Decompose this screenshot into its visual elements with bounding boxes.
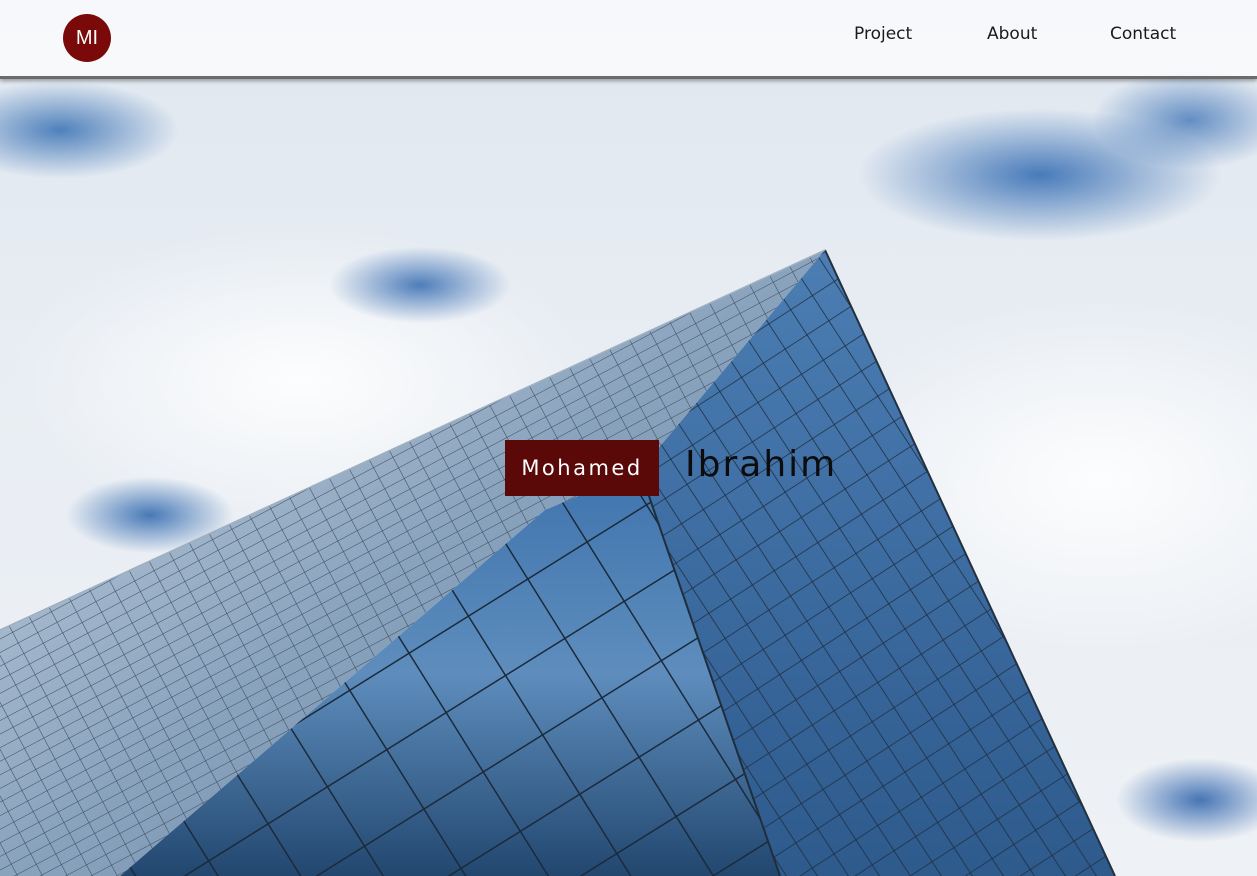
nav-link-about[interactable]: About bbox=[987, 24, 1037, 44]
page: MI Project About Contact Mohamed Ibrahim bbox=[0, 0, 1257, 876]
nav-link-project[interactable]: Project bbox=[854, 24, 912, 44]
nav-link-contact[interactable]: Contact bbox=[1110, 24, 1176, 44]
last-name-text: Ibrahim bbox=[685, 444, 838, 485]
top-navbar: MI Project About Contact bbox=[0, 0, 1257, 79]
hero-background bbox=[0, 0, 1257, 876]
skyscraper-image bbox=[0, 249, 1116, 876]
logo-badge[interactable]: MI bbox=[63, 14, 111, 62]
first-name-badge: Mohamed bbox=[505, 440, 659, 496]
